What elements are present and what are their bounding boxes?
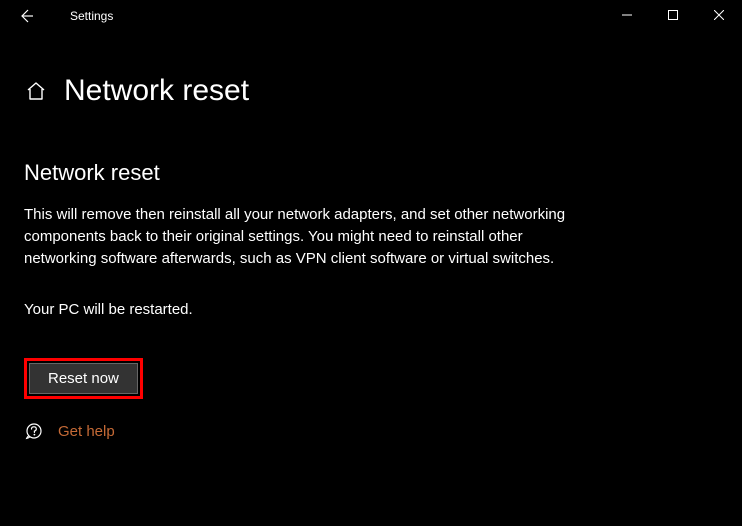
- get-help-link[interactable]: Get help: [58, 423, 115, 440]
- page-title: Network reset: [64, 74, 249, 108]
- description-text: This will remove then reinstall all your…: [24, 204, 584, 269]
- content-area: Network reset This will remove then rein…: [24, 160, 702, 441]
- home-icon[interactable]: [24, 79, 48, 103]
- minimize-icon: [622, 10, 632, 20]
- maximize-button[interactable]: [650, 0, 696, 30]
- restart-note: Your PC will be restarted.: [24, 301, 702, 318]
- titlebar: Settings: [0, 0, 742, 32]
- close-button[interactable]: [696, 0, 742, 30]
- reset-button-highlight: Reset now: [24, 358, 143, 399]
- arrow-left-icon: [18, 8, 34, 24]
- minimize-button[interactable]: [604, 0, 650, 30]
- close-icon: [714, 10, 724, 20]
- page-header: Network reset: [24, 74, 742, 108]
- maximize-icon: [668, 10, 678, 20]
- section-heading: Network reset: [24, 160, 702, 186]
- help-row: Get help: [24, 421, 702, 441]
- app-title: Settings: [70, 9, 113, 23]
- help-icon: [24, 421, 44, 441]
- window-controls: [604, 0, 742, 30]
- back-button[interactable]: [12, 2, 40, 30]
- reset-now-button[interactable]: Reset now: [29, 363, 138, 394]
